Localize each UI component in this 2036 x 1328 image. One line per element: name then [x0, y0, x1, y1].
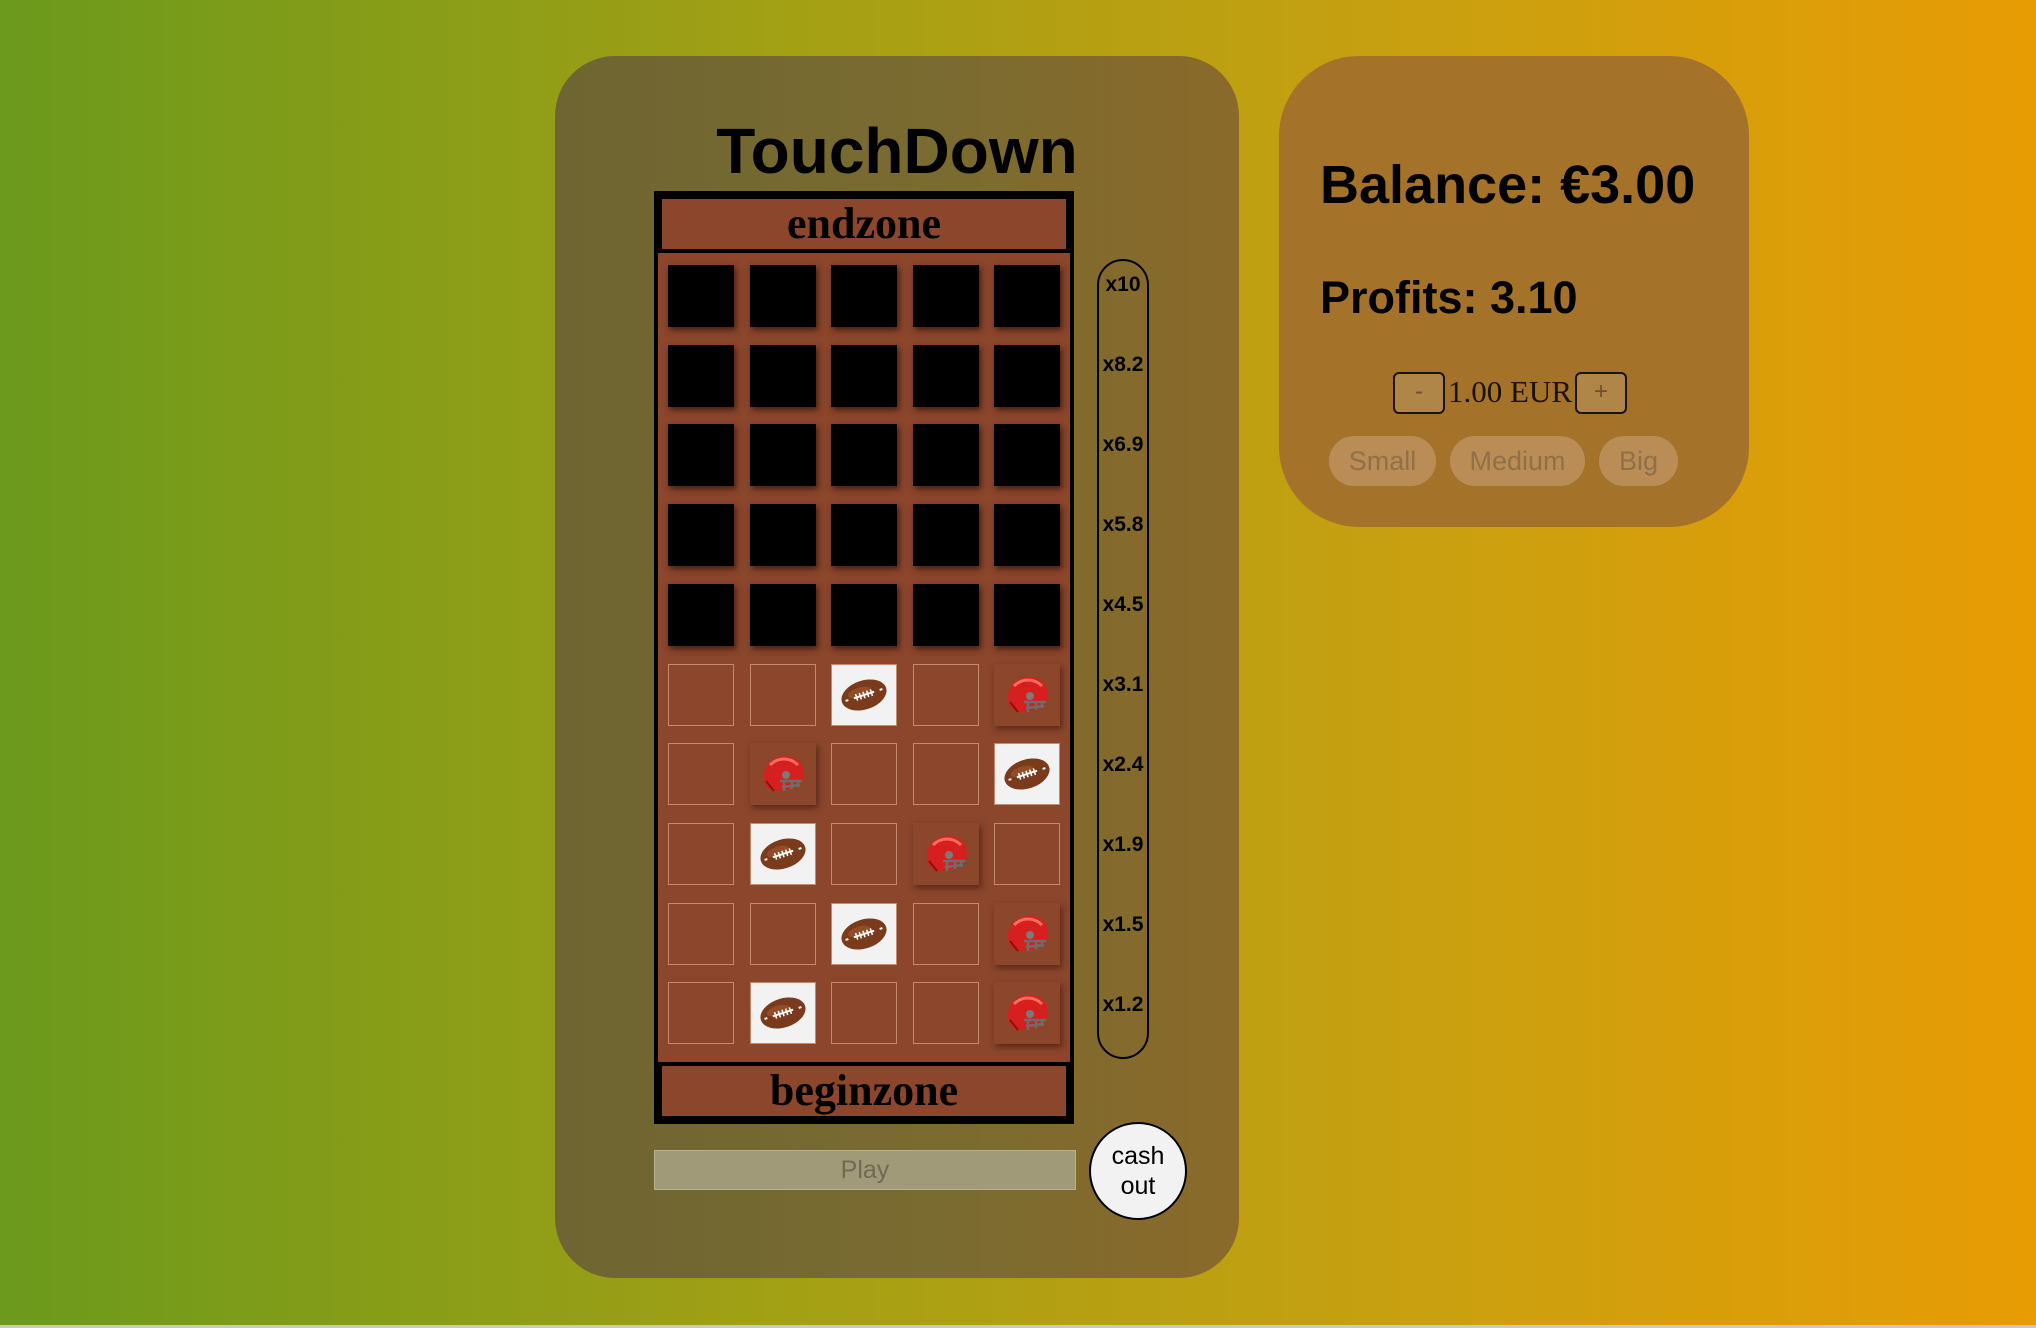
board-cell[interactable]: [831, 982, 897, 1045]
board-cell[interactable]: [668, 743, 734, 806]
board-cell[interactable]: [912, 982, 979, 1045]
endzone-label: endzone: [658, 195, 1070, 253]
multiplier-label: x1.2: [1102, 993, 1144, 1016]
multiplier-label: x1.5: [1102, 913, 1144, 936]
board-cell[interactable]: [668, 265, 734, 327]
board-cell[interactable]: [831, 583, 897, 646]
bet-preset-big[interactable]: Big: [1599, 436, 1678, 486]
board-cell: [831, 902, 897, 965]
multiplier-label: x8.2: [1102, 353, 1144, 376]
balance-display: Balance: €3.00: [1320, 155, 1696, 215]
board-cell: [994, 902, 1060, 965]
board-cell[interactable]: [668, 344, 734, 407]
board-cell[interactable]: [749, 663, 816, 726]
multiplier-label: x2.4: [1102, 753, 1144, 776]
game-panel: TouchDown endzone beginzone x10 x8.2 x6.9 x…: [555, 56, 1239, 1278]
board-cell: [749, 982, 816, 1045]
multiplier-label: x5.8: [1102, 513, 1144, 536]
board-cell: [749, 822, 816, 885]
bet-preset-small[interactable]: Small: [1329, 436, 1436, 486]
board-cell[interactable]: [831, 822, 897, 885]
board-cell[interactable]: [668, 902, 734, 965]
multiplier-track: x10 x8.2 x6.9 x5.8 x4.5 x3.1 x2.4 x1.9 x1.5 x1.2: [1097, 259, 1149, 1059]
increase-bet-button[interactable]: +: [1575, 372, 1627, 414]
cash-out-button[interactable]: cash out: [1089, 1122, 1187, 1220]
board-cell: [749, 743, 816, 806]
board-cell[interactable]: [749, 424, 816, 487]
decrease-bet-button[interactable]: -: [1393, 372, 1445, 414]
game-title: TouchDown: [716, 115, 1078, 187]
board-cell: [994, 982, 1060, 1045]
multiplier-label: x6.9: [1102, 433, 1144, 456]
board-cell[interactable]: [912, 902, 979, 965]
multiplier-label: x1.9: [1102, 833, 1144, 856]
board-cell[interactable]: [994, 822, 1060, 885]
board-cell[interactable]: [831, 344, 897, 407]
profits-display: Profits: 3.10: [1320, 272, 1578, 323]
board-cell[interactable]: [749, 344, 816, 407]
board-cell[interactable]: [668, 424, 734, 487]
board-cell[interactable]: [668, 982, 734, 1045]
multiplier-label: x3.1: [1102, 673, 1144, 696]
board-cell[interactable]: [912, 344, 979, 407]
board-cell[interactable]: [668, 663, 734, 726]
play-button[interactable]: Play: [654, 1150, 1076, 1190]
bet-amount: 1.00 EUR: [1448, 374, 1572, 409]
board-cell: [994, 743, 1060, 806]
board-cell[interactable]: [994, 344, 1060, 407]
board-cell[interactable]: [668, 583, 734, 646]
beginzone-label: beginzone: [658, 1062, 1070, 1120]
board-cell: [831, 663, 897, 726]
board-cell[interactable]: [912, 583, 979, 646]
board-cell[interactable]: [912, 424, 979, 487]
board-cell[interactable]: [831, 265, 897, 327]
game-field: endzone beginzone: [654, 191, 1074, 1124]
board-cell[interactable]: [912, 663, 979, 726]
board-cell: [994, 663, 1060, 726]
multiplier-label: x10: [1105, 273, 1141, 296]
board-cell[interactable]: [668, 504, 734, 567]
board-cell[interactable]: [749, 902, 816, 965]
board-cell[interactable]: [994, 265, 1060, 327]
board-cell[interactable]: [912, 743, 979, 806]
board-cell[interactable]: [994, 583, 1060, 646]
board-cell[interactable]: [831, 743, 897, 806]
board-cell[interactable]: [994, 424, 1060, 487]
board-cell[interactable]: [994, 504, 1060, 567]
multiplier-label: x4.5: [1102, 593, 1144, 616]
bet-stepper: - 1.00 EUR +: [1393, 372, 1633, 414]
board-cell[interactable]: [668, 822, 734, 885]
board-cell[interactable]: [831, 504, 897, 567]
board-cell[interactable]: [831, 424, 897, 487]
board-cell[interactable]: [912, 265, 979, 327]
board-cell[interactable]: [749, 265, 816, 327]
board-cell: [912, 822, 979, 885]
bet-preset-medium[interactable]: Medium: [1450, 436, 1585, 486]
board-cell[interactable]: [912, 504, 979, 567]
wallet-panel: Balance: €3.00 Profits: 3.10 - 1.00 EUR …: [1279, 56, 1749, 527]
board-cell[interactable]: [749, 504, 816, 567]
board-cell[interactable]: [749, 583, 816, 646]
